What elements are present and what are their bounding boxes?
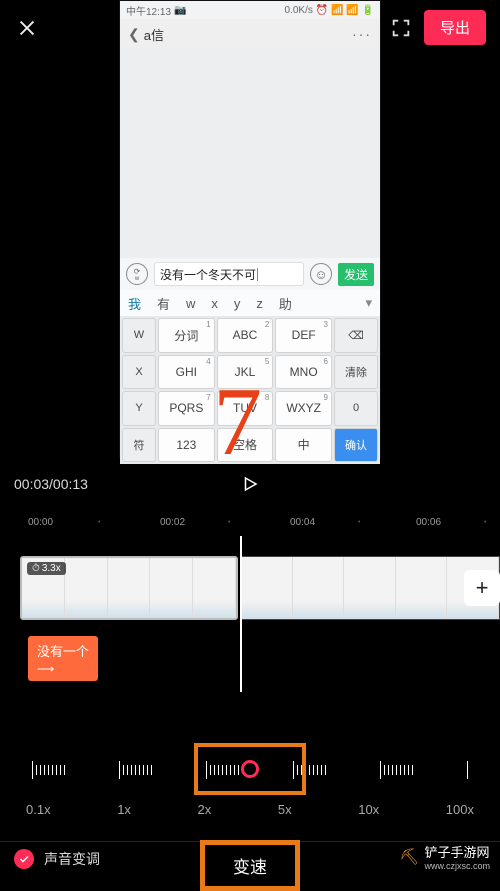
- key-8: 8TUV: [217, 391, 274, 426]
- key-123: 123: [158, 428, 215, 463]
- timeline-tracks[interactable]: ⏱3.3x +: [20, 556, 500, 620]
- key-x: X: [122, 355, 156, 390]
- play-icon[interactable]: [241, 475, 259, 493]
- key-7: 7PQRS: [158, 391, 215, 426]
- key-y: Y: [122, 391, 156, 426]
- time-display: 00:03/00:13: [14, 476, 88, 492]
- close-icon[interactable]: [14, 15, 40, 41]
- speed-badge: ⏱3.3x: [27, 562, 66, 575]
- watermark: ⛏ 铲子手游网 www.czjxsc.com: [399, 842, 490, 871]
- voice-icon: ⟳w: [126, 263, 148, 285]
- playhead[interactable]: [240, 536, 242, 692]
- key-2: 2ABC: [217, 318, 274, 353]
- speed-slider[interactable]: [8, 740, 492, 798]
- video-track[interactable]: ⏱3.3x +: [20, 556, 500, 620]
- speed-labels: 0.1x 1x 2x 5x 10x 100x: [8, 798, 492, 817]
- key-0: 0: [334, 391, 378, 426]
- chat-body: [120, 49, 380, 258]
- chat-title: a信: [144, 25, 164, 44]
- speed-slider-handle[interactable]: [241, 760, 259, 778]
- arrow-right-icon: ⟶: [37, 662, 89, 676]
- fullscreen-icon[interactable]: [390, 17, 412, 39]
- chat-more-icon: ···: [352, 26, 372, 42]
- key-backspace: ⌫: [334, 318, 378, 353]
- key-6: 6MNO: [275, 355, 332, 390]
- ime-candidates: 我 有 w x y z 助 ▾: [120, 290, 380, 316]
- export-button[interactable]: 导出: [424, 10, 486, 45]
- key-confirm: 确认: [334, 428, 378, 463]
- key-9: 9WXYZ: [275, 391, 332, 426]
- speed-panel: 0.1x 1x 2x 5x 10x 100x: [0, 716, 500, 817]
- key-3: 3DEF: [275, 318, 332, 353]
- send-button: 发送: [338, 263, 374, 286]
- chat-header: ❮ a信 ···: [120, 19, 380, 49]
- shovel-icon: ⛏: [399, 847, 419, 867]
- status-net: 0.0K/s: [285, 5, 313, 16]
- emoji-icon: ☺: [310, 263, 332, 285]
- chat-input-row: ⟳w 没有一个冬天不可 ☺ 发送: [120, 258, 380, 290]
- video-preview: 中午12:13 📷 0.0K/s ⏰ 📶 📶 🔋 ❮ a信 ··· ⟳w 没有一…: [119, 0, 381, 459]
- highlight-tool: 变速: [200, 840, 300, 891]
- watermark-url: www.czjxsc.com: [424, 861, 490, 871]
- playback-bar: 00:03/00:13: [14, 476, 486, 492]
- back-icon: ❮: [128, 26, 140, 43]
- key-clear: 清除: [334, 355, 378, 390]
- tool-label-speed[interactable]: 变速: [233, 858, 267, 877]
- key-w: W: [122, 318, 156, 353]
- watermark-text: 铲子手游网: [424, 842, 490, 861]
- video-clip-2[interactable]: [240, 556, 500, 620]
- add-clip-button[interactable]: +: [464, 570, 500, 606]
- pitch-toggle[interactable]: [14, 849, 34, 869]
- key-5: 5JKL: [217, 355, 274, 390]
- key-space: 空格: [217, 428, 274, 463]
- text-clip-label: 没有一个: [37, 644, 89, 659]
- status-time: 中午12:13: [126, 3, 171, 18]
- key-lang: 中: [275, 428, 332, 463]
- key-4: 4GHI: [158, 355, 215, 390]
- key-sym: 符: [122, 428, 156, 463]
- timeline-ruler: 00:00 • 00:02 • 00:04 • 00:06 •: [0, 512, 500, 532]
- ime-keyboard: W 1分词 2ABC 3DEF ⌫ X 4GHI 5JKL 6MNO 清除 Y …: [120, 316, 380, 464]
- video-clip-selected[interactable]: ⏱3.3x: [20, 556, 238, 620]
- key-1: 1分词: [158, 318, 215, 353]
- text-clip[interactable]: 没有一个 ⟶: [28, 636, 98, 681]
- pitch-label: 声音变调: [44, 849, 100, 869]
- chat-text-input: 没有一个冬天不可: [154, 262, 304, 286]
- phone-status-bar: 中午12:13 📷 0.0K/s ⏰ 📶 📶 🔋: [120, 1, 380, 19]
